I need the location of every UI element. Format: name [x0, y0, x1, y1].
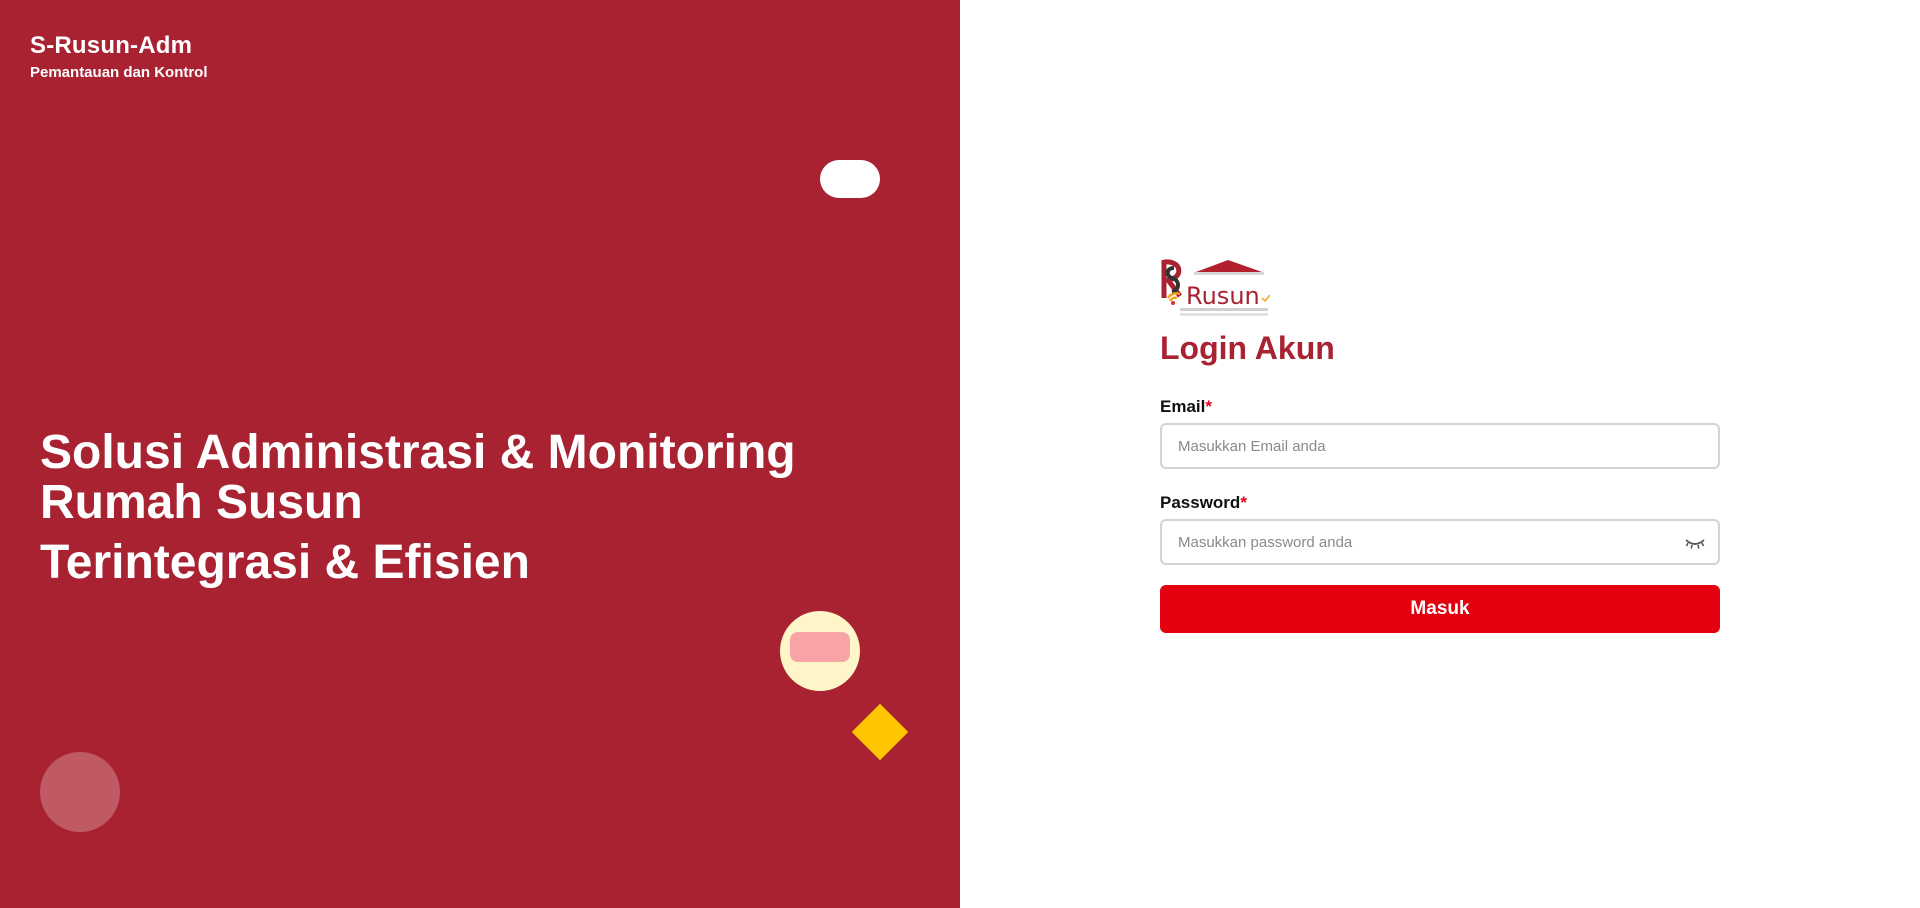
- password-label-text: Password: [1160, 493, 1241, 512]
- logo-text: Rusun: [1186, 282, 1260, 310]
- email-input[interactable]: [1162, 425, 1718, 467]
- password-field-wrapper: [1160, 519, 1720, 565]
- decorative-pill-white: [820, 160, 880, 198]
- email-field-wrapper: [1160, 423, 1720, 469]
- eye-closed-icon[interactable]: [1684, 532, 1706, 552]
- email-label-text: Email: [1160, 397, 1206, 416]
- decorative-diamond: [851, 703, 909, 761]
- app-title: S-Rusun-Adm: [30, 32, 193, 59]
- hero-heading-line-2: Terintegrasi & Efisien: [40, 536, 530, 589]
- decorative-pill-pink: [790, 632, 850, 662]
- login-form: Rusun Login Akun Email* Password* Masuk: [1160, 258, 1720, 633]
- hero-heading: Solusi Administrasi & Monitoring Rumah S…: [40, 428, 920, 588]
- required-marker: *: [1240, 493, 1247, 512]
- decorative-circle-muted: [40, 752, 120, 832]
- login-submit-button[interactable]: Masuk: [1160, 585, 1720, 633]
- hero-panel: S-Rusun-Adm Pemantauan dan Kontrol Solus…: [0, 0, 960, 908]
- password-input[interactable]: [1162, 521, 1718, 563]
- password-label: Password*: [1160, 493, 1720, 513]
- login-title: Login Akun: [1160, 330, 1335, 366]
- hero-heading-line-1: Solusi Administrasi & Monitoring Rumah S…: [40, 426, 796, 529]
- email-label: Email*: [1160, 397, 1720, 417]
- rusun-logo: Rusun: [1161, 259, 1270, 316]
- app-subtitle: Pemantauan dan Kontrol: [30, 64, 208, 81]
- required-marker: *: [1205, 397, 1212, 416]
